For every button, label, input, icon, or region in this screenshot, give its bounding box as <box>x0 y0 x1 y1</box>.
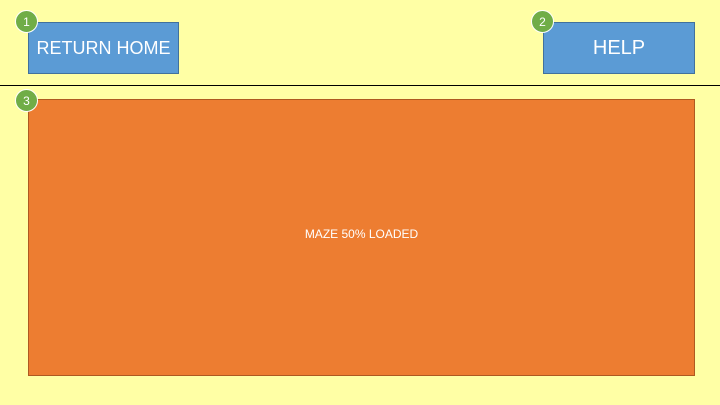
return-home-button[interactable]: RETURN HOME <box>28 22 179 74</box>
annotation-badge-1: 1 <box>15 10 38 33</box>
maze-loading-status: MAZE 50% LOADED <box>304 226 419 241</box>
help-button[interactable]: HELP <box>543 22 695 74</box>
header-divider <box>0 85 720 86</box>
annotation-badge-3: 3 <box>15 89 38 112</box>
annotation-badge-2: 2 <box>531 10 554 33</box>
maze-panel[interactable]: MAZE 50% LOADED <box>28 99 695 376</box>
